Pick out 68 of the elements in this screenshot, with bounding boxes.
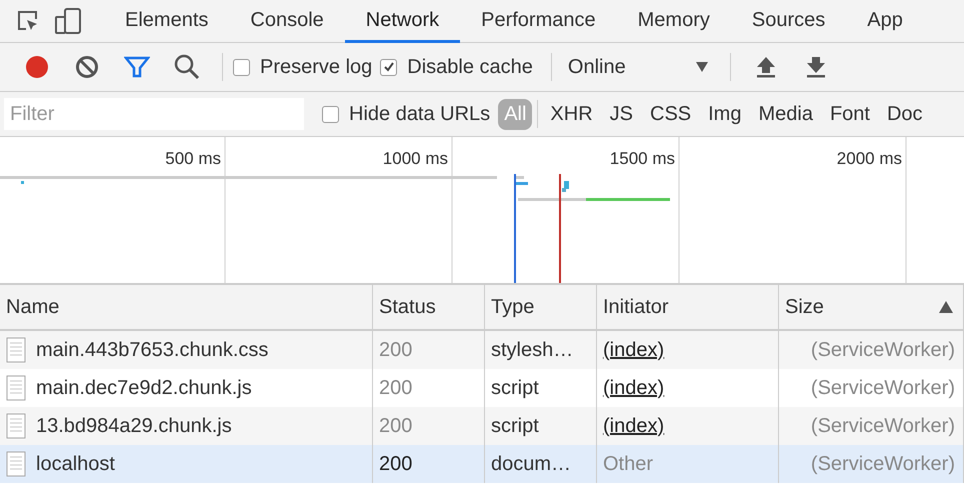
document-icon (6, 413, 26, 439)
document-icon (6, 337, 26, 363)
status-cell: 200 (379, 376, 412, 400)
time-tick-label: 2000 ms (836, 149, 902, 168)
clear-icon[interactable] (75, 55, 99, 79)
time-tick-label: 1500 ms (610, 149, 675, 168)
checkmark-icon (382, 61, 395, 73)
size-cell: (ServiceWorker) (810, 376, 955, 400)
panel-tab[interactable]: App (846, 0, 924, 43)
checkbox[interactable] (380, 58, 398, 76)
table-row[interactable]: localhost 200 docum… Other (ServiceWorker) (0, 445, 964, 483)
type-filter-button[interactable]: Font (824, 98, 876, 130)
panel-tab[interactable]: Console (229, 0, 345, 43)
status-cell: 200 (379, 338, 412, 362)
request-name[interactable]: main.dec7e9d2.chunk.js (36, 376, 252, 400)
initiator-link[interactable]: (index) (603, 414, 664, 438)
table-row[interactable]: 13.bd984a29.chunk.js 200 script (index) (ServiceWorker) (0, 407, 964, 445)
type-filter-button[interactable]: JS (604, 98, 639, 130)
checkbox-label: Disable cache (407, 56, 533, 78)
checkbox[interactable] (233, 58, 250, 76)
size-cell: (ServiceWorker) (810, 338, 955, 362)
checkbox-label: Hide data URLs (349, 102, 490, 126)
time-tick-label: 1000 ms (382, 149, 448, 168)
size-cell: (ServiceWorker) (810, 452, 955, 476)
download-icon[interactable] (806, 56, 826, 78)
column-header[interactable]: Initiator (597, 285, 779, 331)
caret-icon (696, 62, 708, 72)
type-filter-button[interactable]: CSS (644, 98, 698, 130)
request-name[interactable]: localhost (36, 452, 115, 476)
table-row[interactable]: main.443b7653.chunk.css 200 stylesh… (index) (ServiceWorker) (0, 331, 964, 369)
type-filter-button[interactable]: XHR (544, 98, 599, 130)
initiator-link[interactable]: (index) (603, 338, 664, 362)
type-cell: docum… (491, 452, 572, 476)
document-icon (6, 451, 26, 477)
inspect-element-icon[interactable] (16, 9, 40, 33)
column-header[interactable]: Size (779, 285, 964, 331)
record-button[interactable] (25, 55, 49, 79)
upload-icon[interactable] (756, 56, 776, 78)
status-cell: 200 (379, 414, 412, 438)
sort-ascending-icon (939, 301, 953, 313)
column-header[interactable]: Status (373, 285, 485, 331)
panel-tab[interactable]: Elements (104, 0, 230, 43)
time-tick-label: 500 ms (165, 149, 221, 168)
panel-tab[interactable]: Sources (730, 0, 846, 43)
document-icon (6, 375, 26, 401)
column-header[interactable]: Type (485, 285, 597, 331)
size-cell: (ServiceWorker) (810, 414, 955, 438)
type-cell: script (491, 414, 539, 438)
request-name[interactable]: 13.bd984a29.chunk.js (36, 414, 232, 438)
filter-icon[interactable] (124, 55, 150, 79)
search-icon[interactable] (174, 54, 200, 80)
type-cell: stylesh… (491, 338, 574, 362)
type-filter-button[interactable]: Doc (880, 98, 929, 130)
column-header[interactable]: Name (0, 285, 373, 331)
type-cell: script (491, 376, 539, 400)
type-filter-button[interactable]: Img (702, 98, 748, 130)
throttling-dropdown[interactable]: Online (562, 56, 720, 78)
status-cell: 200 (379, 452, 412, 476)
panel-tab[interactable]: Memory (616, 0, 731, 43)
filter-field[interactable]: Filter (4, 98, 304, 130)
checkbox[interactable] (322, 106, 339, 122)
panel-tab[interactable]: Performance (460, 0, 617, 43)
initiator-link[interactable]: (index) (603, 376, 664, 400)
initiator-cell: Other (603, 452, 654, 476)
type-filter-button[interactable]: Media (752, 98, 819, 130)
device-toolbar-icon[interactable] (54, 7, 82, 35)
request-name[interactable]: main.443b7653.chunk.css (36, 338, 268, 362)
checkbox-label: Preserve log (260, 56, 372, 78)
